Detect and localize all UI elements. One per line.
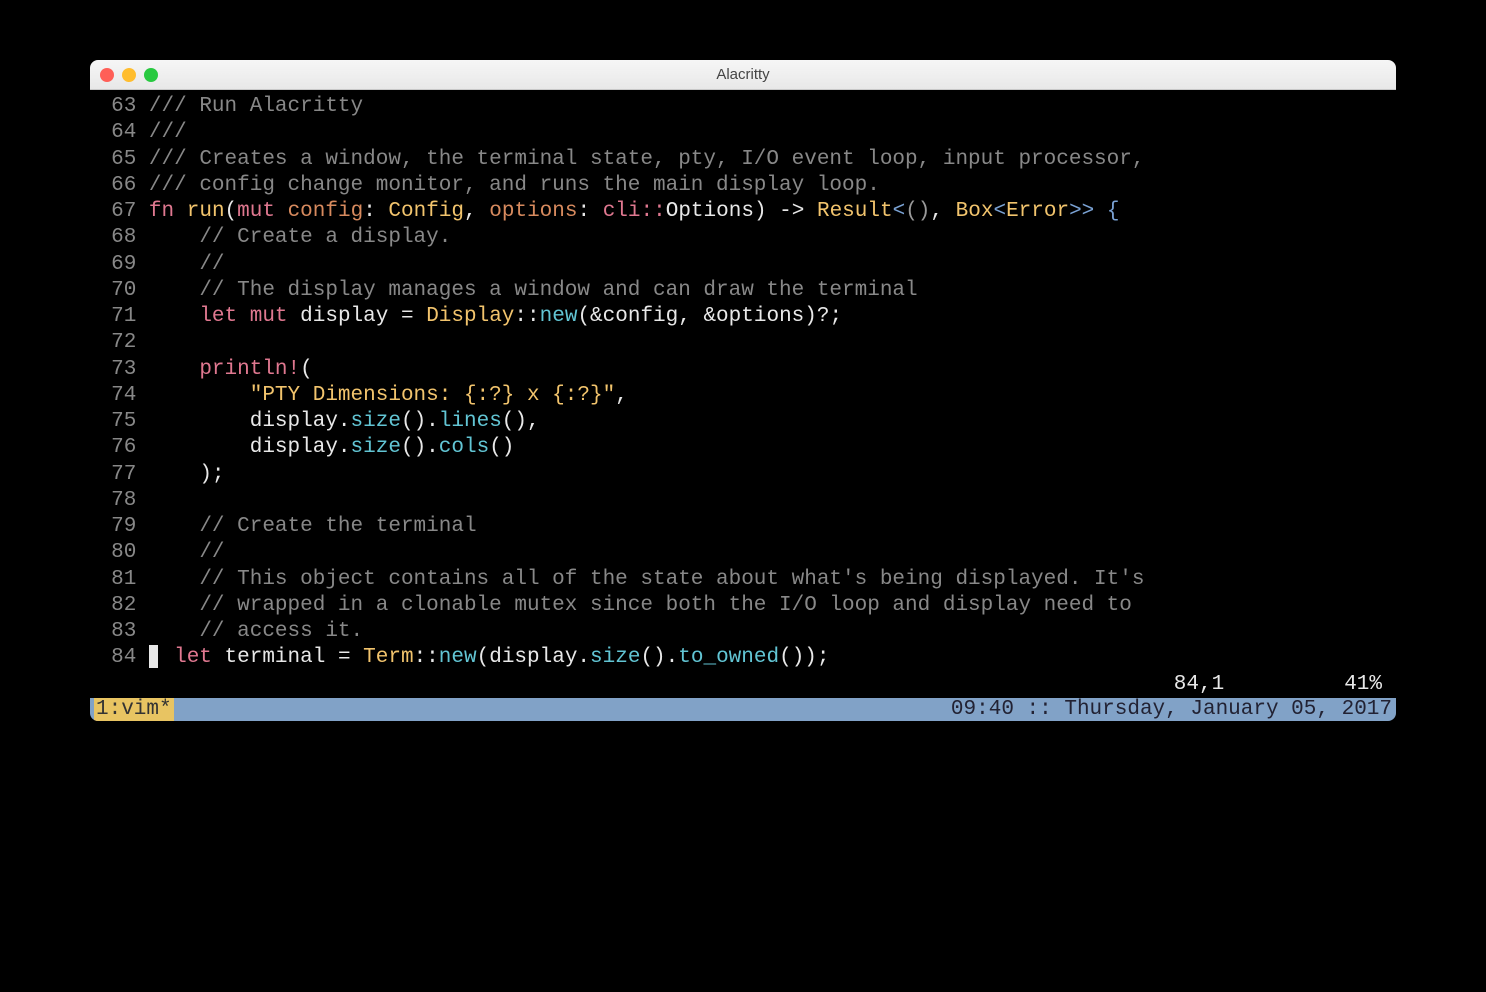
line-number: 84 — [96, 645, 136, 671]
line-number: 69 — [96, 252, 136, 278]
code-row: 74 "PTY Dimensions: {:?} x {:?}", — [96, 383, 1390, 409]
terminal-window: Alacritty 63 /// Run Alacritty 64/// 65//… — [90, 60, 1396, 721]
code-content: fn run(mut config: Config, options: cli:… — [149, 199, 1120, 225]
code-row: 80 // — [96, 540, 1390, 566]
tmux-statusbar: 1:vim* 09:40 :: Thursday, January 05, 20… — [90, 698, 1396, 721]
line-number: 75 — [96, 409, 136, 435]
tmux-window-tab[interactable]: 1:vim* — [94, 698, 174, 721]
line-number: 74 — [96, 383, 136, 409]
comment-text: /// Run Alacritty — [149, 94, 363, 120]
traffic-lights — [90, 68, 158, 82]
line-number: 80 — [96, 540, 136, 566]
code-row: 76 display.size().cols() — [96, 435, 1390, 461]
line-number: 71 — [96, 304, 136, 330]
code-row: 75 display.size().lines(), — [96, 409, 1390, 435]
code-row: 84let terminal = Term::new(display.size(… — [96, 645, 1390, 671]
code-row: 70 // The display manages a window and c… — [96, 278, 1390, 304]
code-row: 73 println!( — [96, 357, 1390, 383]
cursor-position: 84,1 — [1174, 672, 1224, 698]
line-number: 81 — [96, 567, 136, 593]
code-row: 63 /// Run Alacritty — [96, 94, 1390, 120]
code-row: 69 // — [96, 252, 1390, 278]
line-number: 66 — [96, 173, 136, 199]
line-number: 78 — [96, 488, 136, 514]
line-number: 83 — [96, 619, 136, 645]
line-number: 67 — [96, 199, 136, 225]
code-row: 71 let mut display = Display::new(&confi… — [96, 304, 1390, 330]
line-number: 73 — [96, 357, 136, 383]
line-number: 65 — [96, 147, 136, 173]
line-number: 82 — [96, 593, 136, 619]
code-row: 67 fn run(mut config: Config, options: cl… — [96, 199, 1390, 225]
line-number: 68 — [96, 225, 136, 251]
code-row: 65/// Creates a window, the terminal sta… — [96, 147, 1390, 173]
code-row: 66/// config change monitor, and runs th… — [96, 173, 1390, 199]
code-row: 82 // wrapped in a clonable mutex since … — [96, 593, 1390, 619]
line-number: 64 — [96, 120, 136, 146]
line-number: 63 — [96, 94, 136, 120]
cursor-icon — [149, 645, 158, 668]
code-row: 79 // Create the terminal — [96, 514, 1390, 540]
line-number: 72 — [96, 330, 136, 356]
code-row: 77 ); — [96, 462, 1390, 488]
line-number: 79 — [96, 514, 136, 540]
window-title: Alacritty — [90, 66, 1396, 83]
close-icon[interactable] — [100, 68, 114, 82]
line-number: 70 — [96, 278, 136, 304]
minimize-icon[interactable] — [122, 68, 136, 82]
line-number: 77 — [96, 462, 136, 488]
terminal-area[interactable]: 63 /// Run Alacritty 64/// 65/// Creates … — [90, 90, 1396, 698]
code-row: 81 // This object contains all of the st… — [96, 567, 1390, 593]
vim-status-line: 84,1 41% — [96, 672, 1390, 698]
code-row: 83 // access it. — [96, 619, 1390, 645]
titlebar: Alacritty — [90, 60, 1396, 90]
code-row: 64/// — [96, 120, 1390, 146]
code-row: 68 // Create a display. — [96, 225, 1390, 251]
code-row: 78 — [96, 488, 1390, 514]
code-row: 72 — [96, 330, 1390, 356]
line-number: 76 — [96, 435, 136, 461]
zoom-icon[interactable] — [144, 68, 158, 82]
clock-text: 09:40 :: Thursday, January 05, 2017 — [951, 698, 1392, 721]
scroll-percent: 41% — [1344, 672, 1382, 698]
